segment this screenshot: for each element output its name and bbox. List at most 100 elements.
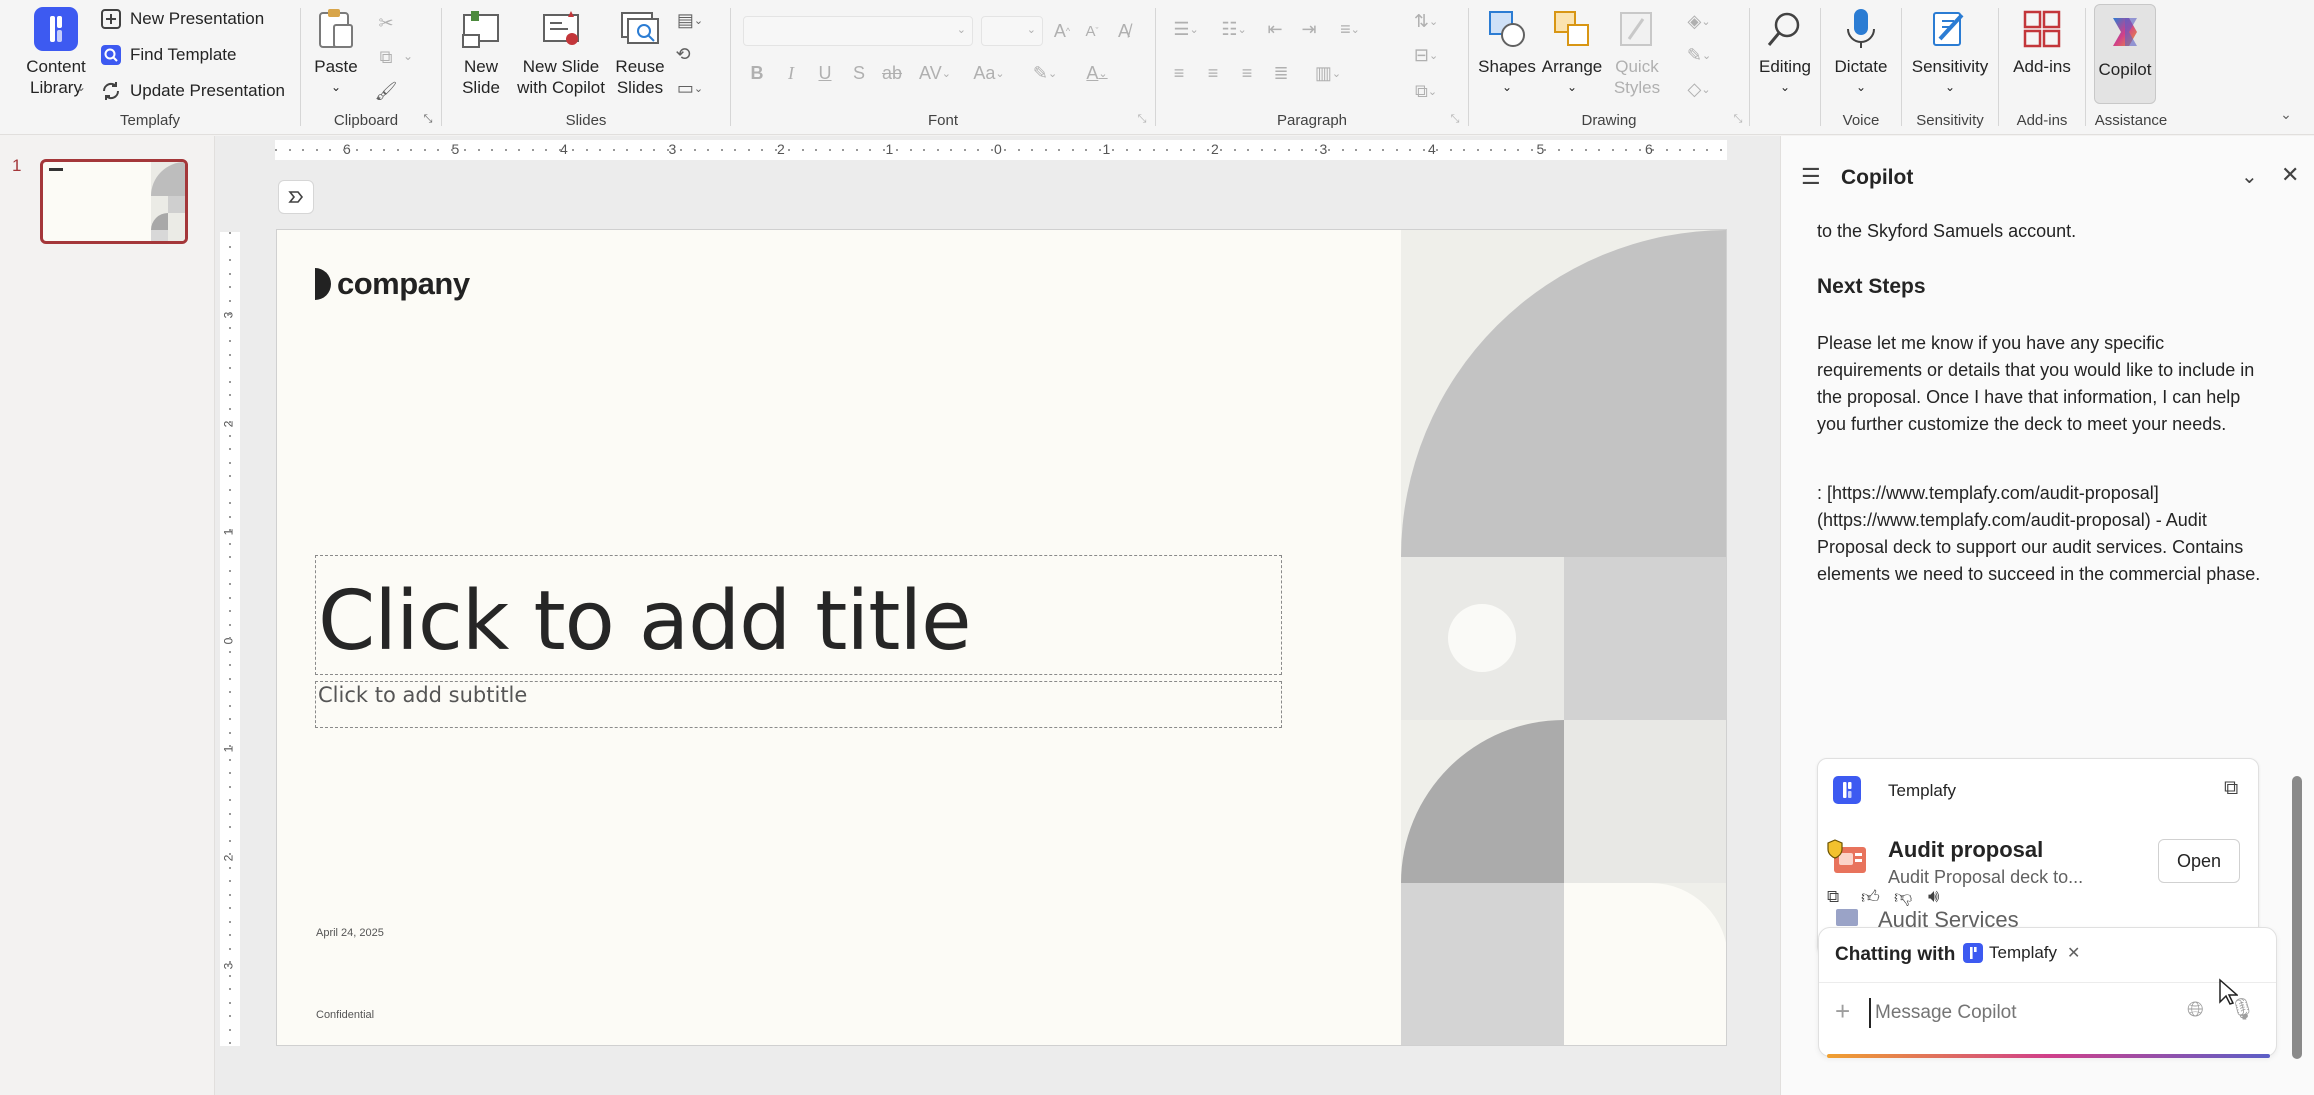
group-slides: New Slide New Slide with Copilot Reuse S… bbox=[442, 0, 730, 135]
copilot-ribbon-button[interactable]: Copilot bbox=[2094, 4, 2156, 104]
italic-icon[interactable]: I bbox=[779, 60, 803, 86]
highlight-color-icon[interactable]: ✎ ⌄ bbox=[1023, 60, 1067, 86]
sensitivity-icon bbox=[1927, 6, 1973, 52]
sensitivity-chevron-icon: ⌄ bbox=[1944, 80, 1956, 94]
decrease-indent-icon[interactable]: ⇤ bbox=[1262, 16, 1288, 42]
designer-icon bbox=[288, 191, 304, 203]
clipboard-launcher-icon[interactable]: ⤡ bbox=[421, 112, 435, 126]
dictate-button[interactable]: Dictate ⌄ bbox=[1829, 6, 1893, 98]
font-launcher-icon[interactable]: ⤡ bbox=[1135, 112, 1149, 126]
thumbs-down-icon[interactable]: 👎︎ bbox=[1894, 886, 1912, 908]
character-spacing-icon[interactable]: AV ⌄ bbox=[913, 60, 957, 86]
align-left-icon[interactable]: ≡ bbox=[1166, 60, 1192, 86]
new-slide-with-copilot-button[interactable]: New Slide with Copilot bbox=[512, 6, 610, 98]
thumbnail-graphic bbox=[151, 162, 185, 241]
align-right-icon[interactable]: ≡ bbox=[1234, 60, 1260, 86]
read-aloud-icon[interactable]: 🔊︎ bbox=[1928, 886, 1939, 907]
folder-icon bbox=[1836, 909, 1858, 926]
remove-chip-icon[interactable]: ✕ bbox=[2067, 943, 2080, 963]
ribbon: Content Library ⌄ New Presentation Find … bbox=[0, 0, 2314, 135]
ruler-tick-label: 0 bbox=[994, 141, 1002, 157]
underline-icon[interactable]: U bbox=[813, 60, 837, 86]
group-label-sensitivity: Sensitivity bbox=[1916, 112, 1984, 129]
editing-button[interactable]: Editing ⌄ bbox=[1754, 6, 1816, 98]
shapes-button[interactable]: Shapes ⌄ bbox=[1477, 6, 1537, 98]
new-presentation-button[interactable]: New Presentation bbox=[100, 8, 264, 30]
cut-icon[interactable]: ✂ bbox=[373, 10, 399, 36]
menu-icon[interactable]: ☰ bbox=[1801, 164, 1821, 190]
align-center-icon[interactable]: ≡ bbox=[1200, 60, 1226, 86]
shape-effects-icon[interactable]: ◇ ⌄ bbox=[1677, 76, 1721, 102]
shadow-icon[interactable]: S bbox=[847, 60, 871, 86]
align-text-icon[interactable]: ⊟ ⌄ bbox=[1406, 42, 1446, 68]
copy-icon[interactable]: ⧉ bbox=[2224, 777, 2238, 800]
strikethrough-icon[interactable]: ab bbox=[879, 60, 905, 86]
title-placeholder[interactable]: Click to add title bbox=[315, 555, 1282, 675]
new-slide-button[interactable]: New Slide bbox=[452, 6, 510, 98]
section-icon[interactable]: ▭ ⌄ bbox=[670, 76, 710, 100]
new-slide-label: New Slide bbox=[462, 57, 500, 97]
collapse-ribbon-chevron-icon[interactable]: ⌄ bbox=[2276, 104, 2296, 124]
columns-icon[interactable]: ▥ ⌄ bbox=[1306, 60, 1350, 86]
line-spacing-icon[interactable]: ≡ ⌄ bbox=[1330, 16, 1370, 42]
bullets-icon[interactable]: ☰ ⌄ bbox=[1166, 16, 1206, 42]
quick-styles-label: Quick Styles bbox=[1613, 57, 1661, 97]
numbering-icon[interactable]: ☷ ⌄ bbox=[1214, 16, 1254, 42]
group-voice: Dictate ⌄ Voice bbox=[1821, 0, 1901, 135]
close-icon[interactable]: ✕ bbox=[2281, 162, 2299, 188]
reuse-slides-label: Reuse Slides bbox=[615, 57, 665, 97]
mouse-cursor-icon bbox=[2219, 978, 2238, 1005]
designer-button[interactable] bbox=[278, 180, 314, 214]
slide-thumbnail[interactable] bbox=[40, 159, 188, 244]
format-painter-icon[interactable]: 🖌 bbox=[373, 78, 399, 104]
editing-chevron-icon: ⌄ bbox=[1779, 80, 1791, 94]
text-direction-icon[interactable]: ⇅ ⌄ bbox=[1406, 8, 1446, 34]
open-button[interactable]: Open bbox=[2158, 839, 2240, 883]
slide-canvas[interactable]: company Click to add title Click to add … bbox=[276, 229, 1727, 1046]
copy-icon[interactable]: ⧉ bbox=[373, 44, 399, 70]
decrease-font-size-icon[interactable]: Aˇ bbox=[1079, 18, 1105, 44]
subtitle-placeholder[interactable]: Click to add subtitle bbox=[315, 681, 1282, 728]
copy-chevron-icon[interactable]: ⌄ bbox=[401, 46, 415, 66]
reuse-slides-button[interactable]: Reuse Slides bbox=[612, 6, 668, 98]
arrange-button[interactable]: Arrange ⌄ bbox=[1539, 6, 1605, 98]
thumbs-up-icon[interactable]: 👍︎ bbox=[1861, 886, 1880, 908]
chevron-down-icon[interactable]: ⌄ bbox=[2241, 164, 2258, 189]
paste-button[interactable]: Paste ⌄ bbox=[311, 6, 361, 98]
paragraph-launcher-icon[interactable]: ⤡ bbox=[1448, 112, 1462, 126]
quick-styles-button[interactable]: Quick Styles bbox=[1605, 6, 1669, 98]
message-input[interactable] bbox=[1869, 998, 2159, 1028]
change-case-icon[interactable]: Aa ⌄ bbox=[967, 60, 1011, 86]
shape-outline-icon[interactable]: ✎ ⌄ bbox=[1677, 42, 1721, 68]
drawing-launcher-icon[interactable]: ⤡ bbox=[1731, 112, 1745, 126]
reset-slide-icon[interactable]: ⟲ bbox=[670, 42, 696, 66]
font-color-icon[interactable]: A ⌄ bbox=[1075, 60, 1119, 86]
increase-font-size-icon[interactable]: A ^ bbox=[1049, 18, 1075, 44]
font-size-dropdown[interactable]: ⌄ bbox=[981, 16, 1043, 46]
addins-grid-icon bbox=[2019, 6, 2065, 52]
group-assistance: Copilot Assistance bbox=[2086, 0, 2176, 135]
smartart-icon[interactable]: ⧉ ⌄ bbox=[1406, 78, 1446, 104]
next-steps-heading: Next Steps bbox=[1817, 275, 1926, 298]
find-template-button[interactable]: Find Template bbox=[100, 44, 236, 66]
group-font: ⌄ ⌄ A ^ Aˇ A̸ B I U S ab AV ⌄ Aa ⌄ ✎ ⌄ A ⌄ Fo… bbox=[731, 0, 1155, 135]
clear-formatting-icon[interactable]: A̸ bbox=[1111, 18, 1137, 44]
layout-icon[interactable]: ▤ ⌄ bbox=[670, 8, 710, 32]
agent-chip[interactable]: Templafy ✕ bbox=[1963, 943, 2080, 963]
bold-icon[interactable]: B bbox=[745, 60, 769, 86]
update-presentation-button[interactable]: Update Presentation bbox=[100, 80, 285, 102]
increase-indent-icon[interactable]: ⇥ bbox=[1296, 16, 1322, 42]
arrange-chevron-icon: ⌄ bbox=[1566, 80, 1578, 94]
dictate-label: Dictate bbox=[1834, 57, 1888, 76]
content-library-chevron-icon[interactable]: ⌄ bbox=[76, 80, 86, 94]
shape-fill-icon[interactable]: ◈ ⌄ bbox=[1677, 8, 1721, 34]
addins-button[interactable]: Add-ins bbox=[2005, 6, 2079, 77]
copy-response-icon[interactable]: ⧉ bbox=[1827, 887, 1839, 907]
slide-copilot-icon bbox=[538, 6, 584, 52]
globe-icon[interactable]: 🌐︎ bbox=[2187, 998, 2204, 1022]
add-attachment-icon[interactable]: + bbox=[1835, 996, 1850, 1027]
justify-icon[interactable]: ≣ bbox=[1268, 60, 1294, 86]
scrollbar[interactable] bbox=[2292, 776, 2302, 1059]
font-name-dropdown[interactable]: ⌄ bbox=[743, 16, 973, 46]
sensitivity-button[interactable]: Sensitivity ⌄ bbox=[1906, 6, 1994, 98]
